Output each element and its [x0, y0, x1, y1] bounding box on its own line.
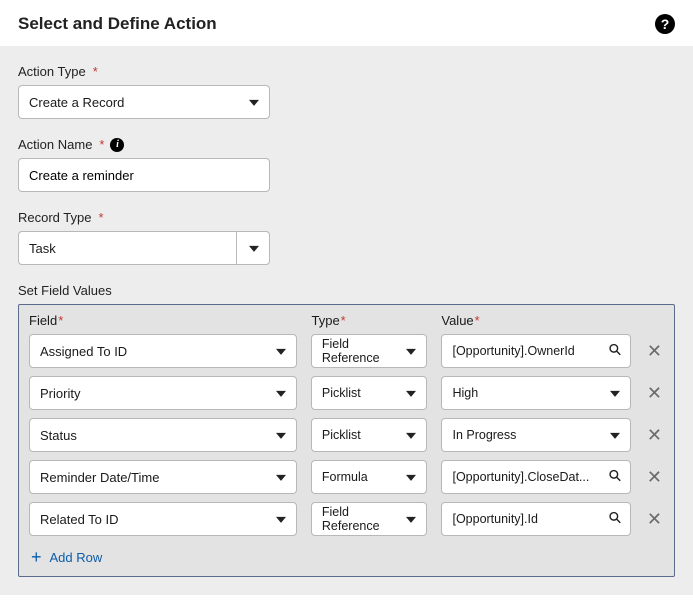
type-select[interactable]: Formula [311, 460, 428, 494]
required-marker: * [98, 210, 103, 225]
chevron-down-icon [249, 246, 259, 252]
table-row: Reminder Date/Time Formula [Opportunity]… [29, 460, 664, 494]
value-text: [Opportunity].CloseDat... [452, 470, 589, 484]
type-select[interactable]: Field Reference [311, 334, 428, 368]
action-type-value: Create a Record [29, 95, 124, 110]
col-value-label: Value [441, 313, 473, 328]
search-icon [608, 511, 622, 528]
value-select[interactable]: High [441, 376, 630, 410]
delete-row-button[interactable]: ✕ [645, 426, 663, 444]
close-icon: ✕ [647, 384, 662, 402]
search-icon [608, 469, 622, 486]
chevron-down-icon [406, 517, 416, 523]
close-icon: ✕ [647, 510, 662, 528]
chevron-down-icon [406, 475, 416, 481]
search-icon [608, 343, 622, 360]
page-title: Select and Define Action [18, 14, 217, 34]
type-select[interactable]: Field Reference [311, 502, 428, 536]
required-marker: * [475, 313, 480, 328]
add-row-label: Add Row [50, 550, 103, 565]
field-value: Reminder Date/Time [40, 470, 159, 485]
field-value: Status [40, 428, 77, 443]
info-icon[interactable]: i [110, 138, 124, 152]
chevron-down-icon [276, 391, 286, 397]
record-type-dropdown-button[interactable] [236, 231, 270, 265]
value-text: High [452, 386, 478, 400]
chevron-down-icon [276, 517, 286, 523]
chevron-down-icon [276, 475, 286, 481]
chevron-down-icon [406, 391, 416, 397]
chevron-down-icon [406, 433, 416, 439]
set-field-values-label: Set Field Values [18, 283, 675, 298]
action-name-input-wrap [18, 158, 270, 192]
value-text: In Progress [452, 428, 516, 442]
record-type-label: Record Type [18, 210, 91, 225]
value-text: [Opportunity].OwnerId [452, 344, 574, 358]
action-type-select[interactable]: Create a Record [18, 85, 270, 119]
delete-row-button[interactable]: ✕ [645, 384, 663, 402]
value-text: [Opportunity].Id [452, 512, 537, 526]
value-select[interactable]: In Progress [441, 418, 630, 452]
field-select[interactable]: Related To ID [29, 502, 297, 536]
add-row-button[interactable]: + Add Row [29, 544, 664, 566]
required-marker: * [99, 137, 104, 152]
type-select[interactable]: Picklist [311, 376, 428, 410]
plus-icon: + [31, 548, 42, 566]
col-field-label: Field [29, 313, 57, 328]
record-type-combo[interactable]: Task [18, 231, 270, 265]
table-row: Status Picklist In Progress ✕ [29, 418, 664, 452]
action-type-label: Action Type [18, 64, 86, 79]
close-icon: ✕ [647, 342, 662, 360]
action-name-input[interactable] [29, 168, 259, 183]
type-select[interactable]: Picklist [311, 418, 428, 452]
required-marker: * [58, 313, 63, 328]
delete-row-button[interactable]: ✕ [645, 342, 663, 360]
delete-row-button[interactable]: ✕ [645, 510, 663, 528]
field-select[interactable]: Reminder Date/Time [29, 460, 297, 494]
field-value: Related To ID [40, 512, 119, 527]
record-type-value: Task [18, 231, 236, 265]
close-icon: ✕ [647, 468, 662, 486]
type-value: Field Reference [322, 337, 399, 365]
table-row: Priority Picklist High ✕ [29, 376, 664, 410]
value-lookup[interactable]: [Opportunity].OwnerId [441, 334, 630, 368]
field-select[interactable]: Status [29, 418, 297, 452]
field-select[interactable]: Assigned To ID [29, 334, 297, 368]
value-lookup[interactable]: [Opportunity].Id [441, 502, 630, 536]
field-select[interactable]: Priority [29, 376, 297, 410]
close-icon: ✕ [647, 426, 662, 444]
value-lookup[interactable]: [Opportunity].CloseDat... [441, 460, 630, 494]
chevron-down-icon [610, 433, 620, 439]
type-value: Picklist [322, 386, 361, 400]
chevron-down-icon [610, 391, 620, 397]
type-value: Field Reference [322, 505, 399, 533]
chevron-down-icon [276, 433, 286, 439]
field-value: Priority [40, 386, 80, 401]
required-marker: * [341, 313, 346, 328]
field-value: Assigned To ID [40, 344, 127, 359]
type-value: Formula [322, 470, 368, 484]
field-values-grid: Field* Type* Value* Assigned To ID Field… [18, 304, 675, 577]
table-row: Assigned To ID Field Reference [Opportun… [29, 334, 664, 368]
chevron-down-icon [406, 349, 416, 355]
required-marker: * [93, 64, 98, 79]
col-type-label: Type [311, 313, 339, 328]
chevron-down-icon [276, 349, 286, 355]
chevron-down-icon [249, 100, 259, 106]
action-name-label: Action Name [18, 137, 92, 152]
delete-row-button[interactable]: ✕ [645, 468, 663, 486]
help-icon[interactable]: ? [655, 14, 675, 34]
type-value: Picklist [322, 428, 361, 442]
table-row: Related To ID Field Reference [Opportuni… [29, 502, 664, 536]
